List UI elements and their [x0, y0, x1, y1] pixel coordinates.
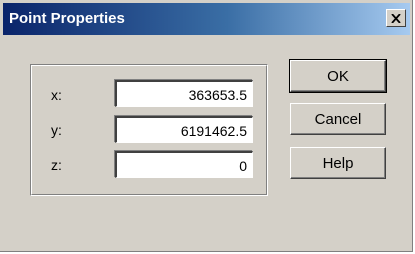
- close-button[interactable]: [386, 9, 406, 27]
- y-field[interactable]: [115, 116, 253, 143]
- y-label: y:: [51, 122, 62, 138]
- close-icon: [391, 13, 401, 23]
- x-field[interactable]: [115, 80, 253, 107]
- ok-button[interactable]: OK: [289, 59, 387, 93]
- title-bar[interactable]: Point Properties: [3, 3, 410, 35]
- dialog-title: Point Properties: [9, 10, 125, 27]
- help-button[interactable]: Help: [290, 147, 386, 179]
- z-label: z:: [51, 157, 62, 173]
- cancel-button[interactable]: Cancel: [290, 103, 386, 135]
- point-properties-dialog: Point Properties x: y: z: OK Cancel Help: [0, 0, 413, 252]
- x-label: x:: [51, 87, 62, 103]
- z-field[interactable]: [115, 151, 253, 178]
